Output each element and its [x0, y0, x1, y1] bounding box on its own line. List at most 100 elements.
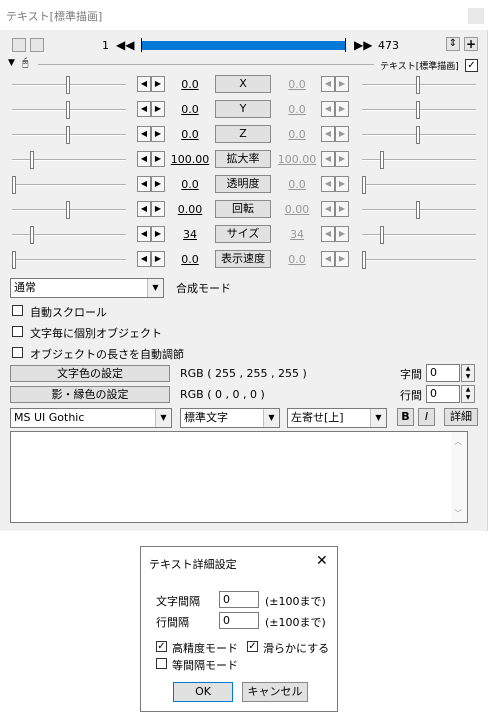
right-arrow-icon[interactable]: ▶ — [151, 251, 165, 267]
slider-thumb[interactable] — [416, 201, 420, 219]
left-arrow-icon[interactable]: ◀ — [137, 101, 151, 117]
start-value[interactable]: 0.0 — [170, 128, 210, 141]
start-value[interactable]: 0.0 — [170, 178, 210, 191]
shadow-color-button[interactable]: 影・縁色の設定 — [10, 386, 170, 403]
end-value[interactable]: 100.00 — [277, 153, 317, 166]
left-arrow-icon[interactable]: ◀ — [137, 126, 151, 142]
right-arrow-icon[interactable]: ▶ — [335, 176, 349, 192]
right-arrow-icon[interactable]: ▶ — [335, 201, 349, 217]
right-arrow-icon[interactable]: ▶ — [335, 151, 349, 167]
slider-thumb[interactable] — [30, 226, 34, 244]
slider-thumb[interactable] — [66, 101, 70, 119]
text-input-area[interactable]: ︿ ﹀ — [10, 431, 468, 523]
collapse-triangle-icon[interactable]: ▼ — [8, 58, 15, 68]
left-arrow-icon[interactable]: ◀ — [137, 251, 151, 267]
sync-icon[interactable]: ⇕ — [446, 37, 460, 51]
end-value[interactable]: 0.0 — [277, 128, 317, 141]
film-icon[interactable] — [12, 38, 26, 52]
scroll-down-icon[interactable]: ﹀ — [454, 508, 462, 519]
left-arrow-icon[interactable]: ◀ — [137, 201, 151, 217]
left-arrow-icon[interactable]: ◀ — [137, 176, 151, 192]
end-value[interactable]: 0.00 — [277, 203, 317, 216]
parameter-name-button[interactable]: 回転 — [215, 200, 271, 218]
bold-button[interactable]: B — [397, 408, 414, 426]
scroll-up-icon[interactable]: ︿ — [454, 436, 462, 447]
parameter-name-button[interactable]: X — [215, 75, 271, 93]
slider-thumb[interactable] — [416, 76, 420, 94]
right-arrow-icon[interactable]: ▶ — [151, 151, 165, 167]
end-value[interactable]: 0.0 — [277, 253, 317, 266]
high-precision-checkbox[interactable]: ✓ — [156, 641, 167, 652]
rewind-icon[interactable]: ◀◀ — [116, 38, 134, 52]
slider-thumb[interactable] — [380, 151, 384, 169]
right-arrow-icon[interactable]: ▶ — [335, 101, 349, 117]
mouse-icon[interactable]: 🖰 — [22, 56, 29, 70]
fast-forward-icon[interactable]: ▶▶ — [354, 38, 372, 52]
right-arrow-icon[interactable]: ▶ — [151, 201, 165, 217]
slider-thumb[interactable] — [66, 126, 70, 144]
italic-button[interactable]: I — [418, 408, 435, 426]
font-style-select[interactable]: 標準文字 ▼ — [180, 408, 280, 428]
slider-thumb[interactable] — [12, 176, 16, 194]
right-arrow-icon[interactable]: ▶ — [151, 76, 165, 92]
slider-thumb[interactable] — [30, 151, 34, 169]
char-spacing-spinner[interactable]: ▲ ▼ — [461, 364, 475, 382]
right-arrow-icon[interactable]: ▶ — [151, 176, 165, 192]
left-arrow-icon[interactable]: ◀ — [321, 176, 335, 192]
right-arrow-icon[interactable]: ▶ — [335, 126, 349, 142]
slider-thumb[interactable] — [66, 76, 70, 94]
right-arrow-icon[interactable]: ▶ — [151, 226, 165, 242]
blend-mode-select[interactable]: 通常 ▼ — [10, 278, 164, 298]
auto-scroll-checkbox[interactable] — [12, 305, 23, 316]
close-icon[interactable]: ✕ — [316, 553, 328, 569]
monospace-checkbox[interactable] — [156, 658, 167, 669]
frame-icon[interactable] — [30, 38, 44, 52]
left-arrow-icon[interactable]: ◀ — [321, 101, 335, 117]
line-spacing-field[interactable]: 0 — [219, 612, 259, 629]
alignment-select[interactable]: 左寄せ[上] ▼ — [287, 408, 387, 428]
left-arrow-icon[interactable]: ◀ — [321, 76, 335, 92]
parameter-name-button[interactable]: 表示速度 — [215, 250, 271, 268]
line-spacing-spinner[interactable]: ▲ ▼ — [461, 385, 475, 403]
ok-button[interactable]: OK — [173, 682, 233, 702]
detail-button[interactable]: 詳細 — [444, 408, 478, 426]
right-arrow-icon[interactable]: ▶ — [335, 76, 349, 92]
window-close-icon[interactable] — [468, 8, 484, 24]
start-value[interactable]: 34 — [170, 228, 210, 241]
slider-thumb[interactable] — [362, 251, 366, 269]
parameter-name-button[interactable]: Y — [215, 100, 271, 118]
start-value[interactable]: 0.0 — [170, 103, 210, 116]
slider-thumb[interactable] — [12, 251, 16, 269]
cancel-button[interactable]: キャンセル — [242, 682, 308, 702]
object-enable-checkbox[interactable]: ✓ — [465, 59, 478, 72]
end-value[interactable]: 0.0 — [277, 103, 317, 116]
right-arrow-icon[interactable]: ▶ — [151, 126, 165, 142]
end-value[interactable]: 34 — [277, 228, 317, 241]
end-value[interactable]: 0.0 — [277, 78, 317, 91]
left-arrow-icon[interactable]: ◀ — [321, 126, 335, 142]
char-spacing-input[interactable]: 0 — [426, 364, 460, 382]
per-char-checkbox[interactable] — [12, 326, 23, 337]
start-value[interactable]: 100.00 — [170, 153, 210, 166]
start-value[interactable]: 0.0 — [170, 78, 210, 91]
slider-thumb[interactable] — [380, 226, 384, 244]
auto-length-checkbox[interactable] — [12, 347, 23, 358]
parameter-name-button[interactable]: 透明度 — [215, 175, 271, 193]
line-spacing-input[interactable]: 0 — [426, 385, 460, 403]
left-arrow-icon[interactable]: ◀ — [137, 76, 151, 92]
left-arrow-icon[interactable]: ◀ — [321, 251, 335, 267]
left-arrow-icon[interactable]: ◀ — [137, 151, 151, 167]
slider-thumb[interactable] — [362, 176, 366, 194]
parameter-name-button[interactable]: サイズ — [215, 225, 271, 243]
slider-thumb[interactable] — [416, 126, 420, 144]
slider-thumb[interactable] — [416, 101, 420, 119]
add-icon[interactable]: + — [464, 37, 478, 51]
left-arrow-icon[interactable]: ◀ — [137, 226, 151, 242]
right-arrow-icon[interactable]: ▶ — [335, 251, 349, 267]
parameter-name-button[interactable]: 拡大率 — [215, 150, 271, 168]
end-value[interactable]: 0.0 — [277, 178, 317, 191]
timeline-slider[interactable] — [141, 38, 346, 52]
left-arrow-icon[interactable]: ◀ — [321, 151, 335, 167]
start-value[interactable]: 0.00 — [170, 203, 210, 216]
right-arrow-icon[interactable]: ▶ — [151, 101, 165, 117]
